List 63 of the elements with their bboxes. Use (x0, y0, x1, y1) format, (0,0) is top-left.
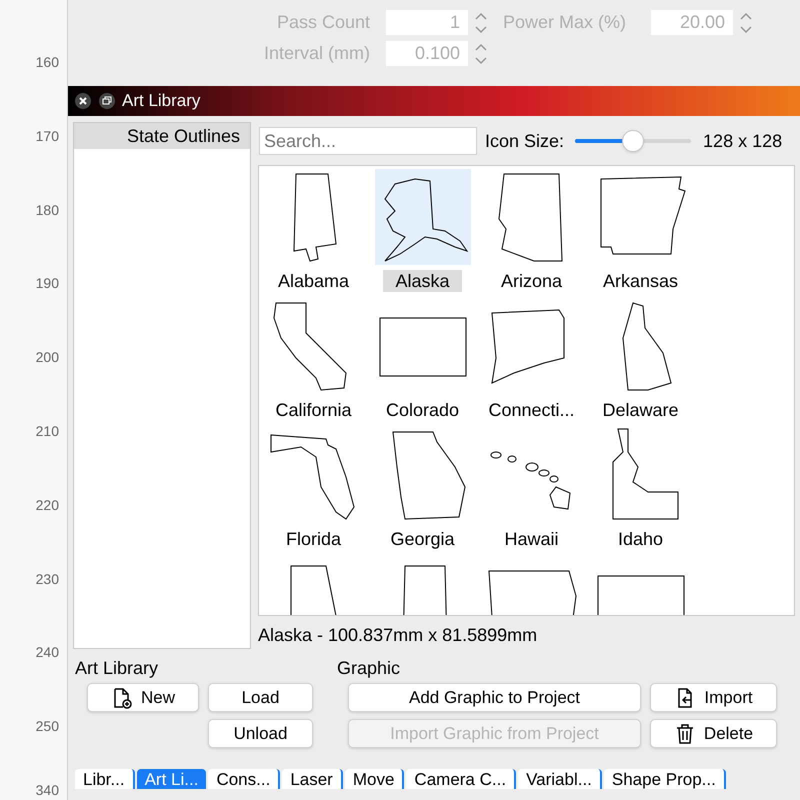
dock-tab[interactable]: Laser (282, 769, 343, 789)
graphic-tile[interactable]: Florida (259, 424, 368, 553)
setting-label: Interval (mm) (262, 42, 371, 65)
ruler-label: 180 (36, 200, 59, 220)
action-button[interactable]: Load (208, 683, 313, 712)
graphic-name: Idaho (616, 528, 664, 550)
graphic-tile[interactable]: Hawaii (477, 424, 586, 553)
graphic-name: Arkansas (602, 270, 680, 292)
ruler-label: 240 (36, 643, 59, 662)
graphic-name: Alaska (383, 270, 462, 292)
icon-size-label: Icon Size: (485, 130, 564, 152)
graphic-info: Alaska - 100.837mm x 81.5899mm (258, 624, 538, 646)
float-window-icon[interactable] (98, 92, 116, 110)
ruler-label: 220 (36, 496, 59, 515)
ruler-label: 170 (36, 126, 59, 146)
action-button[interactable]: Unload (208, 719, 313, 748)
action-button[interactable]: Delete (650, 719, 777, 748)
graphic-name: Georgia (389, 528, 456, 550)
dock-tab[interactable]: Move (344, 769, 404, 789)
action-button[interactable]: Import (650, 683, 777, 712)
graphic-tile[interactable]: Arizona (477, 166, 586, 295)
slider-thumb[interactable] (622, 130, 644, 152)
action-button[interactable]: Add Graphic to Project (348, 683, 641, 712)
graphic-name: Delaware (601, 399, 680, 421)
graphic-tile[interactable]: California (259, 295, 368, 424)
dock-tab[interactable]: Variabl... (518, 769, 602, 789)
action-button[interactable]: New (87, 683, 199, 712)
graphic-name: Alabama (276, 270, 350, 292)
section-heading: Graphic (337, 657, 400, 679)
graphic-tile[interactable]: Delaware (586, 295, 695, 424)
dock-tab[interactable]: Libr... (75, 769, 135, 789)
graphic-tile[interactable]: Idaho (586, 424, 695, 553)
library-item[interactable]: State Outlines (74, 123, 250, 149)
graphic-name: Arizona (500, 270, 564, 292)
search-field[interactable]: Search... (259, 127, 477, 155)
icon-size-slider[interactable] (575, 130, 692, 152)
ruler-label: 210 (36, 422, 59, 441)
dock-tab[interactable]: Cons... (208, 769, 280, 789)
dock-tab[interactable]: Art Li... (136, 769, 206, 789)
ruler-label: 160 (36, 53, 59, 72)
graphic-name: California (274, 399, 353, 421)
setting-label: Pass Count (276, 11, 371, 34)
ruler-label: 230 (36, 570, 59, 589)
graphic-tile[interactable]: Connecti... (477, 295, 586, 424)
graphic-tile[interactable]: Colorado (368, 295, 477, 424)
setting-label: Power Max (%) (503, 11, 628, 34)
graphic-name: Connecti... (487, 399, 576, 421)
ruler-label: 200 (36, 348, 59, 368)
panel-title: Art Library (122, 90, 200, 112)
graphic-name: Hawaii (503, 528, 560, 550)
graphic-tile[interactable]: Arkansas (586, 166, 695, 295)
graphic-name: Florida (284, 528, 342, 550)
dock-tab[interactable]: Camera C... (406, 769, 516, 789)
ruler-label: 340 (36, 780, 59, 800)
dock-tab[interactable]: Shape Prop... (604, 769, 726, 789)
graphic-name: Colorado (384, 399, 460, 421)
graphic-tile[interactable]: Georgia (368, 424, 477, 553)
icon-size-reading: 128 x 128 (703, 130, 782, 152)
ruler-label: 250 (36, 717, 59, 736)
close-icon[interactable] (74, 92, 92, 110)
graphic-tile[interactable]: Alabama (259, 166, 368, 295)
ruler-label: 190 (36, 274, 59, 294)
section-heading: Art Library (75, 657, 160, 679)
